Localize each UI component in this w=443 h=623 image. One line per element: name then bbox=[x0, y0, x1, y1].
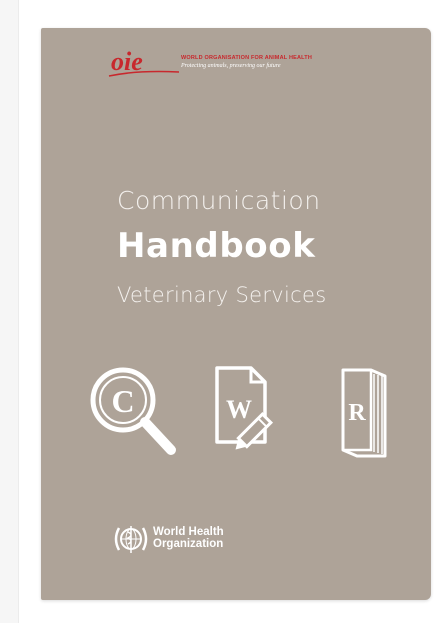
svg-text:oie: oie bbox=[111, 47, 143, 76]
who-name-line-1: World Health bbox=[153, 526, 224, 538]
oie-header-text: WORLD ORGANISATION FOR ANIMAL HEALTH Pro… bbox=[181, 55, 421, 69]
page: oie WORLD ORGANISATION FOR ANIMAL HEALTH… bbox=[0, 0, 443, 623]
oie-logo: oie bbox=[108, 47, 180, 77]
who-name: World Health Organization bbox=[153, 526, 224, 550]
oie-organisation-name: WORLD ORGANISATION FOR ANIMAL HEALTH bbox=[181, 55, 313, 61]
document-pencil-icon: W bbox=[211, 364, 293, 464]
book-letter: R bbox=[348, 400, 366, 426]
document-letter: W bbox=[226, 395, 252, 424]
title-communication: Communication bbox=[117, 186, 321, 215]
copyright-magnifier-icon: C bbox=[87, 364, 183, 464]
title-handbook: Handbook bbox=[117, 226, 316, 266]
who-name-line-2: Organization bbox=[153, 538, 224, 550]
handbook-cover: oie WORLD ORGANISATION FOR ANIMAL HEALTH… bbox=[41, 28, 431, 600]
viewer-left-edge bbox=[0, 0, 19, 623]
oie-slogan: Protecting animals, preserving our futur… bbox=[181, 63, 281, 69]
book-icon: R bbox=[325, 364, 395, 464]
who-emblem bbox=[114, 526, 148, 553]
title-veterinary-services: Veterinary Services bbox=[117, 283, 327, 307]
copyright-letter: C bbox=[111, 383, 134, 419]
